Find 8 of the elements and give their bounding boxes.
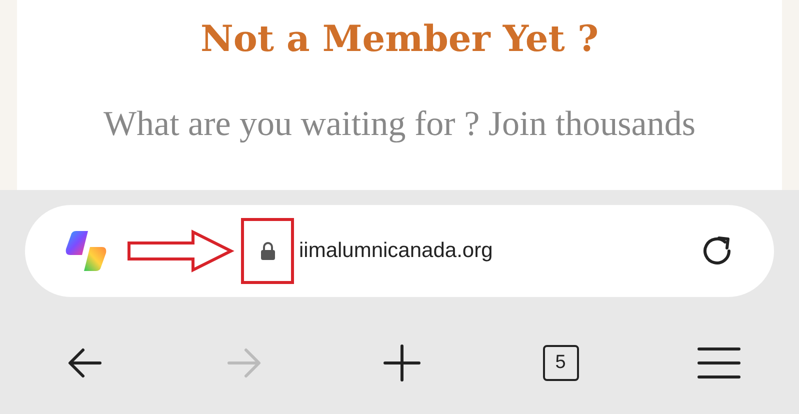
paragraph: What are you waiting for ? Join thousands: [104, 103, 696, 146]
heading: Not a Member Yet ?: [200, 18, 599, 62]
lock-icon[interactable]: [260, 241, 276, 261]
tab-count-button[interactable]: 5: [542, 345, 578, 381]
address-bar[interactable]: iimalumnicanada.org: [25, 205, 774, 297]
plus-icon[interactable]: [382, 343, 422, 383]
menu-icon[interactable]: [697, 346, 741, 380]
url-text[interactable]: iimalumnicanada.org: [299, 239, 697, 263]
